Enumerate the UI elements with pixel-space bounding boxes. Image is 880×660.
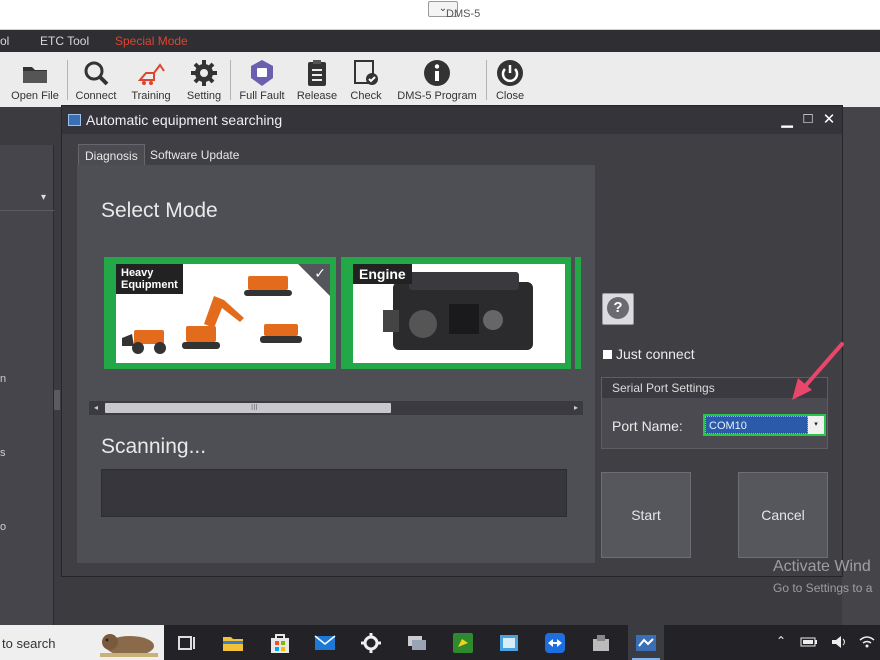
toolbar-divider (230, 60, 231, 100)
setting-button[interactable]: Setting (182, 54, 226, 106)
app-title: DMS-5 (446, 8, 481, 20)
store-icon[interactable] (268, 631, 292, 655)
equipment-search-dialog: Automatic equipment searching ▁ □ ✕ Diag… (61, 105, 843, 577)
question-icon: ? (607, 297, 629, 319)
taskbar: to search ⌃ (0, 625, 880, 660)
clipboard-icon (308, 60, 326, 86)
port-name-select[interactable]: COM10 ▾ (703, 414, 826, 436)
tab-diagnosis[interactable]: Diagnosis (78, 144, 145, 166)
dialog-title-bar[interactable]: Automatic equipment searching ▁ □ ✕ (62, 106, 842, 134)
scroll-left-arrow[interactable]: ◂ (89, 401, 103, 415)
scroll-grip-icon: III (251, 403, 258, 412)
diagnosis-panel: Select Mode Heavy Equipment ✓ Engine ◂ I… (77, 165, 595, 563)
scroll-thumb[interactable]: III (105, 403, 391, 413)
teamviewer-icon[interactable] (543, 631, 567, 655)
scroll-right-arrow[interactable]: ▸ (569, 401, 583, 415)
left-item-fragment[interactable]: o (0, 521, 6, 533)
info-icon (424, 60, 450, 86)
search-icon (84, 61, 109, 86)
left-panel: ▾ n s o (0, 145, 54, 625)
app-title-bar: ⌄ DMS-5 (0, 0, 880, 30)
checkbox-box[interactable] (603, 350, 612, 359)
toolbar-divider (67, 60, 68, 100)
help-button[interactable]: ? (602, 293, 634, 325)
mode-scrollbar[interactable]: ◂ III ▸ (89, 401, 583, 415)
training-button[interactable]: Training (126, 54, 176, 106)
activation-watermark-sub: Go to Settings to a (773, 581, 873, 595)
app-icon-tools[interactable] (589, 631, 613, 655)
taskbar-dms5-active[interactable] (628, 625, 664, 660)
search-highlight-image (100, 634, 158, 657)
check-icon: ✓ (314, 265, 326, 281)
mode-card-next-edge[interactable] (575, 257, 581, 369)
tab-software-update[interactable]: Software Update (144, 144, 245, 166)
check-document-icon (354, 60, 378, 85)
shield-icon (251, 60, 273, 86)
mode-label-engine: Engine (353, 264, 412, 284)
volume-icon[interactable] (830, 634, 848, 650)
port-name-label: Port Name: (612, 418, 683, 434)
dialog-title: Automatic equipment searching (86, 112, 283, 128)
toolbar: Open File Connect Training Setting Full … (0, 52, 880, 107)
app-icon-screens[interactable] (405, 631, 429, 655)
wifi-icon[interactable] (858, 634, 876, 650)
selected-check-badge: ✓ (298, 264, 330, 296)
menu-bar: ol ETC Tool Special Mode (0, 30, 880, 52)
taskbar-search-text: to search (2, 636, 56, 651)
excavator-icon (137, 63, 165, 85)
cancel-button[interactable]: Cancel (738, 472, 828, 558)
connect-button[interactable]: Connect (72, 54, 120, 106)
panel-splitter[interactable] (54, 390, 60, 410)
dms5-program-button[interactable]: DMS-5 Program (393, 54, 481, 106)
mail-icon[interactable] (313, 631, 337, 655)
port-name-value: COM10 (705, 416, 808, 434)
battery-icon[interactable] (800, 634, 818, 650)
activation-watermark: Activate Wind (773, 558, 871, 575)
app-icon (68, 114, 81, 126)
mode-label-heavy-equipment: Heavy Equipment (116, 264, 183, 294)
full-fault-button[interactable]: Full Fault (236, 54, 288, 106)
chevron-down-icon[interactable]: ▾ (808, 416, 824, 434)
annotation-arrow-icon (792, 342, 844, 400)
mode-card-heavy-equipment[interactable]: Heavy Equipment ✓ (104, 257, 336, 369)
left-item-fragment[interactable]: s (0, 447, 6, 459)
app-icon-photo[interactable] (497, 631, 521, 655)
open-file-button[interactable]: Open File (8, 54, 62, 106)
toolbar-divider (486, 60, 487, 100)
settings-gear-icon[interactable] (359, 631, 383, 655)
tray-chevron-icon[interactable]: ⌃ (776, 634, 786, 648)
folder-icon (23, 67, 47, 83)
menu-item-special-mode[interactable]: Special Mode (115, 34, 188, 48)
maximize-button[interactable]: □ (799, 110, 817, 127)
menu-item-tool[interactable]: ol (0, 34, 9, 48)
just-connect-checkbox[interactable]: Just connect (603, 346, 695, 362)
close-dialog-button[interactable]: ✕ (820, 110, 838, 128)
scan-progress-bar (101, 469, 567, 517)
check-button[interactable]: Check (344, 54, 388, 106)
power-icon (497, 60, 523, 86)
dms5-app-icon (636, 635, 656, 651)
release-button[interactable]: Release (294, 54, 340, 106)
mode-card-engine[interactable]: Engine (341, 257, 571, 369)
gear-icon (191, 60, 217, 86)
menu-item-etc-tool[interactable]: ETC Tool (40, 34, 89, 48)
scanning-status: Scanning... (101, 435, 207, 458)
left-dropdown[interactable]: ▾ (0, 189, 54, 211)
start-button[interactable]: Start (601, 472, 691, 558)
chevron-down-icon: ▾ (40, 192, 46, 203)
task-view-icon[interactable] (176, 631, 200, 655)
left-item-fragment[interactable]: n (0, 373, 6, 385)
taskbar-search-box[interactable]: to search (0, 625, 164, 660)
minimize-button[interactable]: ▁ (778, 110, 796, 128)
file-explorer-icon[interactable] (221, 631, 245, 655)
just-connect-label: Just connect (616, 346, 695, 362)
john-deere-icon[interactable] (451, 631, 475, 655)
close-button[interactable]: Close (490, 54, 530, 106)
select-mode-title: Select Mode (101, 199, 218, 222)
